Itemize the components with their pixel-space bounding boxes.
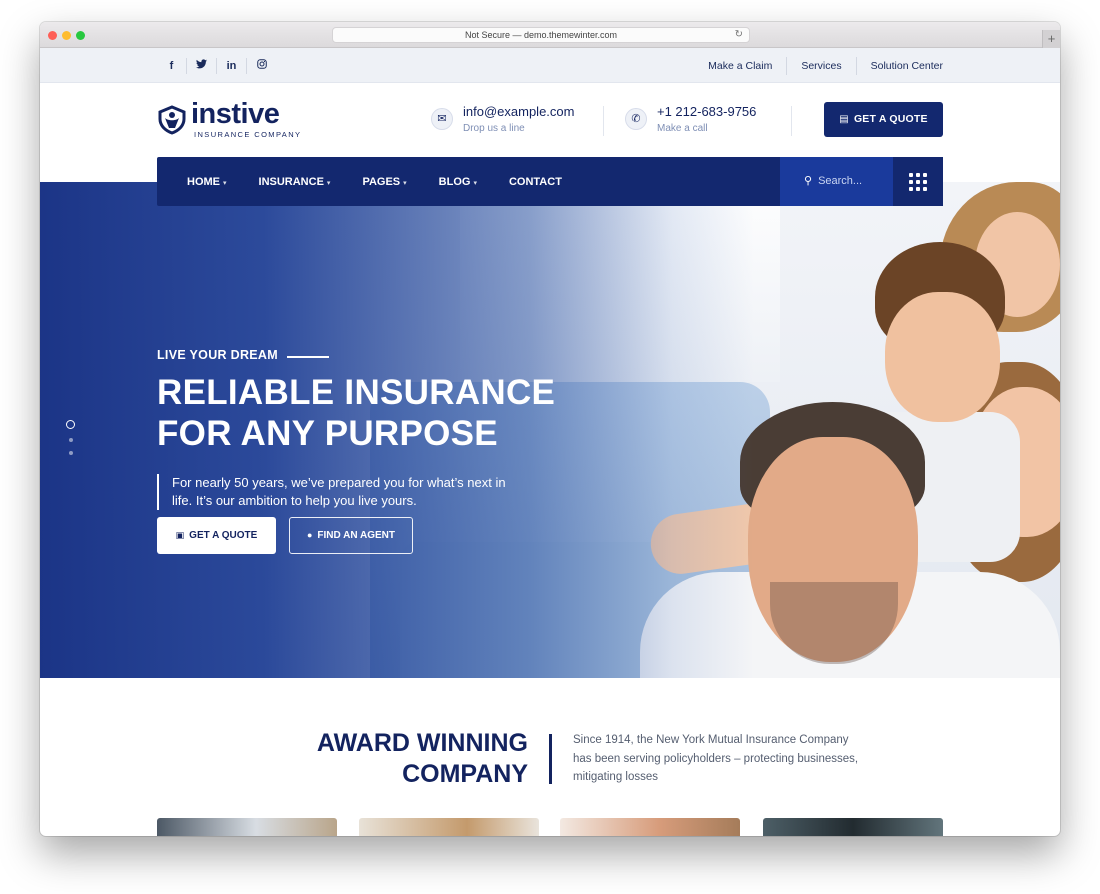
search-input[interactable]: ⚲ Search... xyxy=(780,157,893,206)
logo-name: instive xyxy=(191,98,280,130)
feature-card-image[interactable] xyxy=(157,818,337,836)
nav-label: CONTACT xyxy=(508,175,562,188)
about-text: Since 1914, the New York Mutual Insuranc… xyxy=(573,734,859,783)
hero-headline: RELIABLE INSURANCE FOR ANY PURPOSE xyxy=(157,372,587,454)
about-divider xyxy=(549,734,552,784)
grid-menu-button[interactable] xyxy=(893,157,943,206)
browser-window: Not Secure — demo.themewinter.com ↻ + f … xyxy=(40,22,1060,836)
social-links: f in xyxy=(157,48,277,83)
nav-item-blog[interactable]: BLOG ▾ xyxy=(439,176,477,188)
minimize-window-button[interactable] xyxy=(62,31,71,40)
plus-icon[interactable]: + xyxy=(1042,30,1060,48)
address-text: Not Secure — demo.themewinter.com xyxy=(464,30,618,40)
eyebrow-line xyxy=(287,356,329,358)
hero-banner: LIVE YOUR DREAM RELIABLE INSURANCE FOR A… xyxy=(40,182,1060,678)
chart-icon: ▣ xyxy=(175,530,185,540)
phone-subtext: Make a call xyxy=(657,123,708,134)
slider-dot[interactable] xyxy=(68,451,73,455)
nav-label: INSURANCE xyxy=(258,175,324,188)
nav-item-insurance[interactable]: INSURANCE ▾ xyxy=(259,176,331,188)
nav-item-contact[interactable]: CONTACT xyxy=(509,176,562,188)
hero-headline-line-2: FOR ANY PURPOSE xyxy=(157,414,498,453)
user-icon: ● xyxy=(306,530,313,540)
site-logo[interactable]: instive INSURANCE COMPANY xyxy=(157,98,300,140)
main-navigation: HOME ▾ INSURANCE ▾ PAGES ▾ BLOG ▾ CONTACT ⚲ S… xyxy=(157,157,943,206)
phone-contact[interactable]: ✆ +1 212-683-9756 Make a call xyxy=(625,104,775,136)
grid-icon xyxy=(909,172,927,191)
instagram-icon[interactable] xyxy=(247,58,277,74)
make-a-claim-link[interactable]: Make a Claim xyxy=(694,56,788,75)
hero-get-a-quote-button[interactable]: ▣ GET A QUOTE xyxy=(157,517,276,554)
nav-label: BLOG xyxy=(438,175,471,188)
email-contact[interactable]: ✉ info@example.com Drop us a line xyxy=(431,104,601,136)
feature-card-image[interactable] xyxy=(763,818,943,836)
slider-dot-active[interactable] xyxy=(66,420,75,429)
search-placeholder: Search... xyxy=(818,175,863,187)
chevron-down-icon: ▾ xyxy=(223,179,227,187)
top-bar: f in Make a Claim Services Solution Cent… xyxy=(40,48,1060,83)
logo-mark-icon xyxy=(158,105,186,135)
close-window-button[interactable] xyxy=(48,31,57,40)
chevron-down-icon: ▾ xyxy=(473,179,477,187)
phone-number[interactable]: +1 212-683-9756 xyxy=(657,104,756,119)
hero-eyebrow: LIVE YOUR DREAM xyxy=(157,348,278,362)
facebook-icon[interactable]: f xyxy=(157,57,187,74)
divider xyxy=(791,106,792,136)
solution-center-link[interactable]: Solution Center xyxy=(857,57,943,75)
slider-dots xyxy=(66,420,75,455)
divider xyxy=(603,106,604,136)
nav-label: PAGES xyxy=(362,175,401,188)
about-title: AWARD WINNING COMPANY xyxy=(270,728,528,790)
about-title-line-2: COMPANY xyxy=(402,760,528,788)
hero-headline-line-1: RELIABLE INSURANCE xyxy=(157,373,556,412)
get-a-quote-label: GET A QUOTE xyxy=(853,113,928,125)
email-subtext: Drop us a line xyxy=(463,123,525,134)
search-icon: ⚲ xyxy=(804,175,813,187)
envelope-icon: ✉ xyxy=(431,108,453,130)
linkedin-icon[interactable]: in xyxy=(217,57,247,74)
feature-card-image[interactable] xyxy=(560,818,740,836)
feature-card-image[interactable] xyxy=(359,818,539,836)
hero-description: For nearly 50 years, we’ve prepared you … xyxy=(157,474,527,510)
about-title-line-1: AWARD WINNING xyxy=(316,729,528,757)
find-an-agent-button[interactable]: ● FIND AN AGENT xyxy=(289,517,413,554)
nav-item-home[interactable]: HOME ▾ xyxy=(187,176,227,188)
slider-dot[interactable] xyxy=(68,438,73,442)
services-link[interactable]: Services xyxy=(787,56,857,75)
nav-item-pages[interactable]: PAGES ▾ xyxy=(362,176,406,188)
logo-tagline: INSURANCE COMPANY xyxy=(194,130,302,139)
nav-label: HOME xyxy=(187,175,220,188)
email-address[interactable]: info@example.com xyxy=(463,104,574,119)
top-links: Make a Claim Services Solution Center xyxy=(694,48,943,83)
phone-icon: ✆ xyxy=(625,108,647,130)
document-icon: ▤ xyxy=(839,114,849,125)
hero-get-a-quote-label: GET A QUOTE xyxy=(189,530,258,541)
browser-titlebar: Not Secure — demo.themewinter.com ↻ + xyxy=(40,22,1060,48)
find-an-agent-label: FIND AN AGENT xyxy=(317,530,396,541)
zoom-window-button[interactable] xyxy=(76,31,85,40)
address-bar[interactable]: Not Secure — demo.themewinter.com ↻ xyxy=(332,27,750,43)
feature-cards xyxy=(157,818,943,836)
reload-icon[interactable]: ↻ xyxy=(735,28,743,42)
chevron-down-icon: ▾ xyxy=(403,179,407,187)
chevron-down-icon: ▾ xyxy=(326,179,331,187)
nav-menu: HOME ▾ INSURANCE ▾ PAGES ▾ BLOG ▾ CONTACT xyxy=(187,157,594,206)
get-a-quote-button[interactable]: ▤ GET A QUOTE xyxy=(824,102,943,137)
twitter-icon[interactable] xyxy=(187,57,217,74)
